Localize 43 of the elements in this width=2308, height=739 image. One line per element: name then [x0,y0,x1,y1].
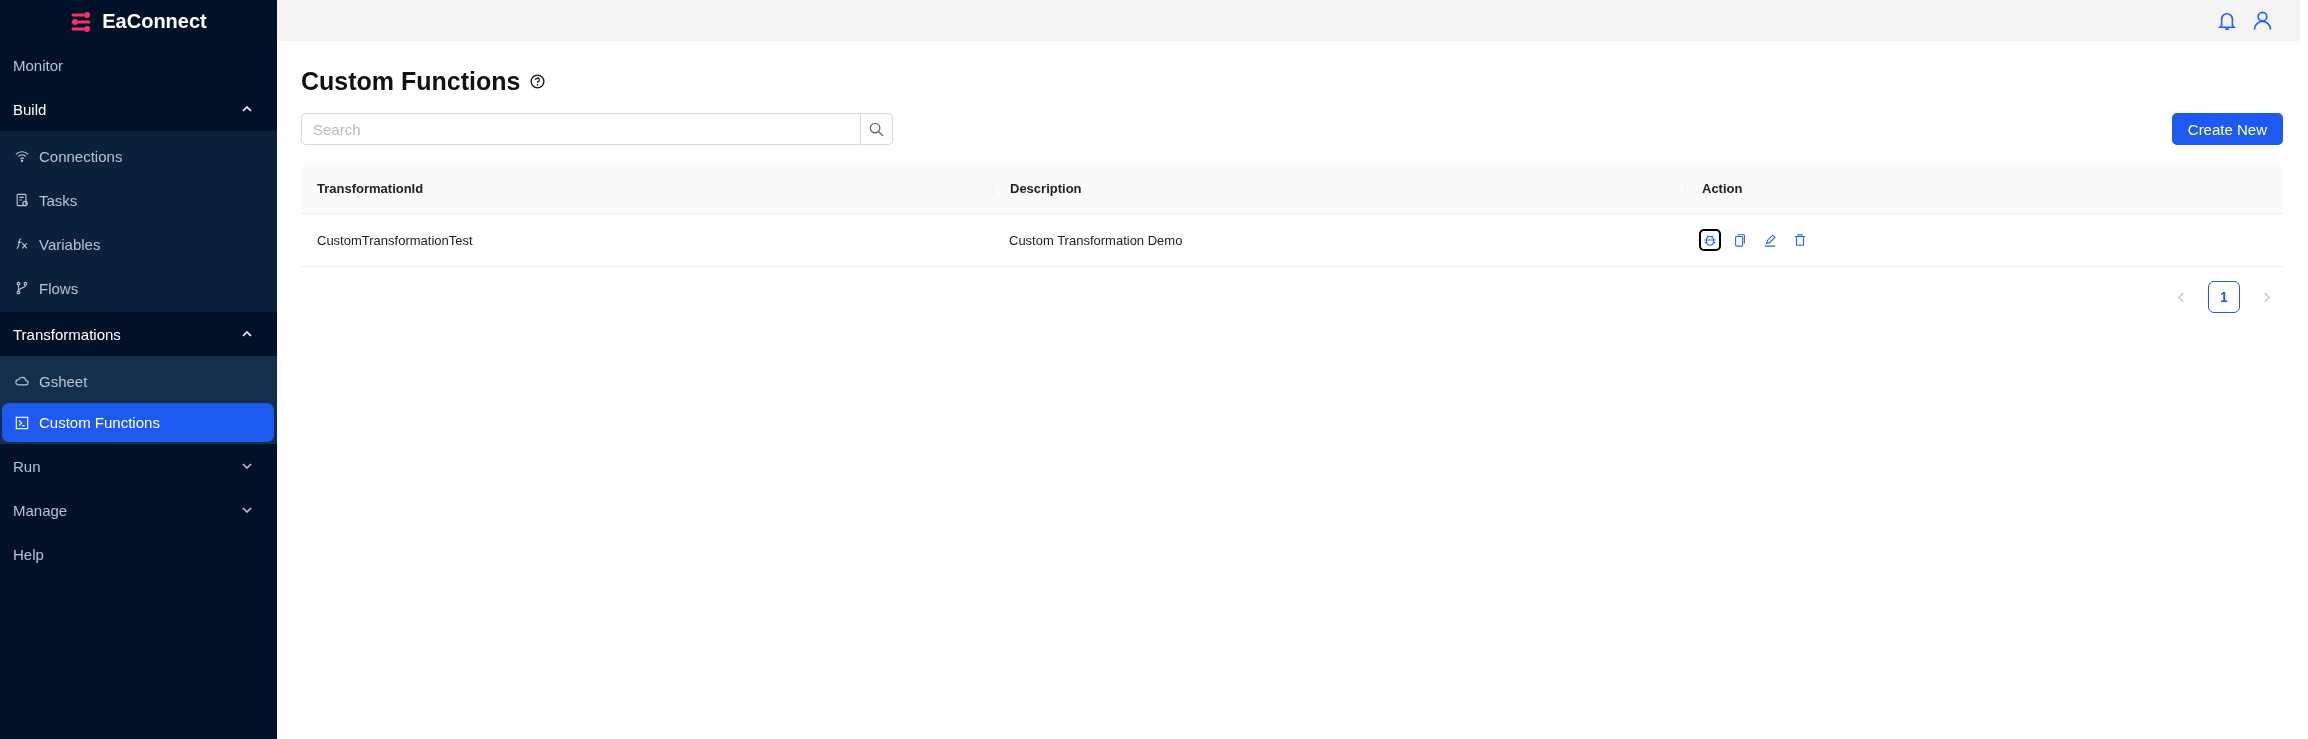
column-header: TransformationId [316,180,425,196]
sidebar-group[interactable]: Run [0,444,277,488]
chevron-icon [242,106,252,112]
table-cell-text: Custom Transformation Demo [1008,232,1184,248]
fx-icon [15,237,29,251]
sidebar-group[interactable]: Build [0,87,277,131]
sidebar-item[interactable]: Tasks [2,178,274,222]
sidebar-item[interactable]: Flows [2,266,274,310]
column-header: Action [1685,180,2283,196]
edit-icon [1763,233,1777,247]
brand-name: EaConnect [102,10,207,33]
copy-icon [1733,233,1747,247]
delete-icon [1793,233,1807,247]
search-field[interactable]: Search [301,113,861,145]
table-cell-text: CustomTransformationTest [316,232,474,248]
user-icon[interactable] [2253,11,2272,30]
chevron-icon [242,331,252,337]
bug-icon [1703,233,1717,247]
help-icon[interactable] [530,73,546,89]
sidebar-item[interactable]: Variables [2,222,274,266]
branch-icon [15,281,29,295]
column-header: Description [993,180,1685,196]
chevron-icon [242,463,252,469]
bug-button[interactable] [1701,231,1719,249]
search-icon [869,121,884,137]
sidebar-item[interactable]: Monitor [0,43,277,87]
page-button[interactable]: 1 [2208,281,2240,313]
chevron-icon [242,507,252,513]
sidebar-group[interactable]: Transformations [0,312,277,356]
search-button[interactable] [861,113,893,145]
wifi-icon [15,149,29,163]
task-icon [15,193,29,207]
logo-icon [70,11,93,32]
page-title: Custom Functions [301,66,521,96]
sidebar-group[interactable]: Manage [0,488,277,532]
terminal-icon [15,415,29,430]
sidebar-item[interactable]: Connections [2,134,274,178]
sidebar-item[interactable]: Custom Functions [2,403,274,442]
cloud-icon [15,374,29,388]
sidebar-item[interactable]: Gsheet [2,359,274,403]
bell-icon[interactable] [2218,10,2236,31]
sidebar-item[interactable]: Help [0,532,277,576]
create-new-button[interactable]: Create New [2171,113,2283,145]
